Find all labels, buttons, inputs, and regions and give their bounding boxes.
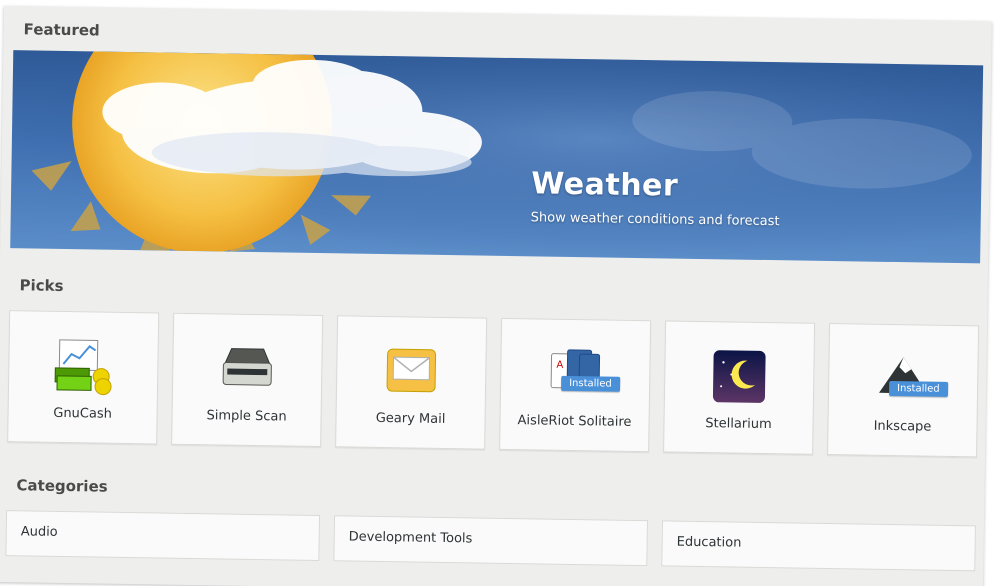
- inkscape-icon: [873, 349, 934, 410]
- featured-banner[interactable]: Weather Show weather conditions and fore…: [10, 50, 984, 264]
- pick-tile-aisleriot-solitaire[interactable]: A Installed AisleRiot Solitaire: [499, 317, 652, 453]
- pick-tile-simple-scan[interactable]: Simple Scan: [171, 312, 324, 448]
- software-center-window: Featured Weather Show weather conditions…: [0, 0, 1000, 586]
- pick-tile-inkscape[interactable]: Installed Inkscape: [827, 322, 980, 458]
- gnucash-icon: [53, 336, 114, 397]
- featured-app-title: Weather: [530, 166, 679, 204]
- weather-illustration: [10, 50, 984, 264]
- mail-icon: [381, 341, 442, 402]
- pick-tile-stellarium[interactable]: Stellarium: [663, 320, 816, 455]
- installed-badge: Installed: [561, 375, 620, 392]
- pick-label: Simple Scan: [206, 408, 287, 425]
- installed-badge: Installed: [888, 380, 948, 397]
- night-sky-icon: [709, 346, 770, 407]
- pick-tile-gnucash[interactable]: GnuCash: [7, 310, 160, 445]
- pick-tile-geary-mail[interactable]: Geary Mail: [335, 315, 488, 450]
- category-label: Audio: [20, 524, 58, 540]
- categories-heading: Categories: [16, 476, 108, 496]
- categories-row: Audio Development Tools Education: [5, 510, 976, 572]
- pick-label: Stellarium: [705, 416, 772, 433]
- category-label: Development Tools: [348, 529, 473, 547]
- cards-icon: A: [545, 344, 606, 405]
- picks-row: GnuCash Simple Scan Geary Mail A Install…: [7, 310, 980, 458]
- pick-label: AisleRiot Solitaire: [517, 413, 632, 430]
- pick-label: GnuCash: [53, 405, 113, 422]
- pick-label: Geary Mail: [375, 410, 446, 427]
- category-education[interactable]: Education: [661, 520, 976, 572]
- featured-heading: Featured: [23, 20, 100, 40]
- svg-text:A: A: [556, 360, 563, 371]
- picks-heading: Picks: [19, 276, 64, 295]
- category-development-tools[interactable]: Development Tools: [333, 515, 649, 567]
- main-panel: Featured Weather Show weather conditions…: [0, 6, 992, 586]
- category-label: Education: [676, 534, 742, 551]
- pick-label: Inkscape: [873, 418, 932, 435]
- scanner-icon: [217, 338, 278, 399]
- category-audio[interactable]: Audio: [5, 510, 321, 562]
